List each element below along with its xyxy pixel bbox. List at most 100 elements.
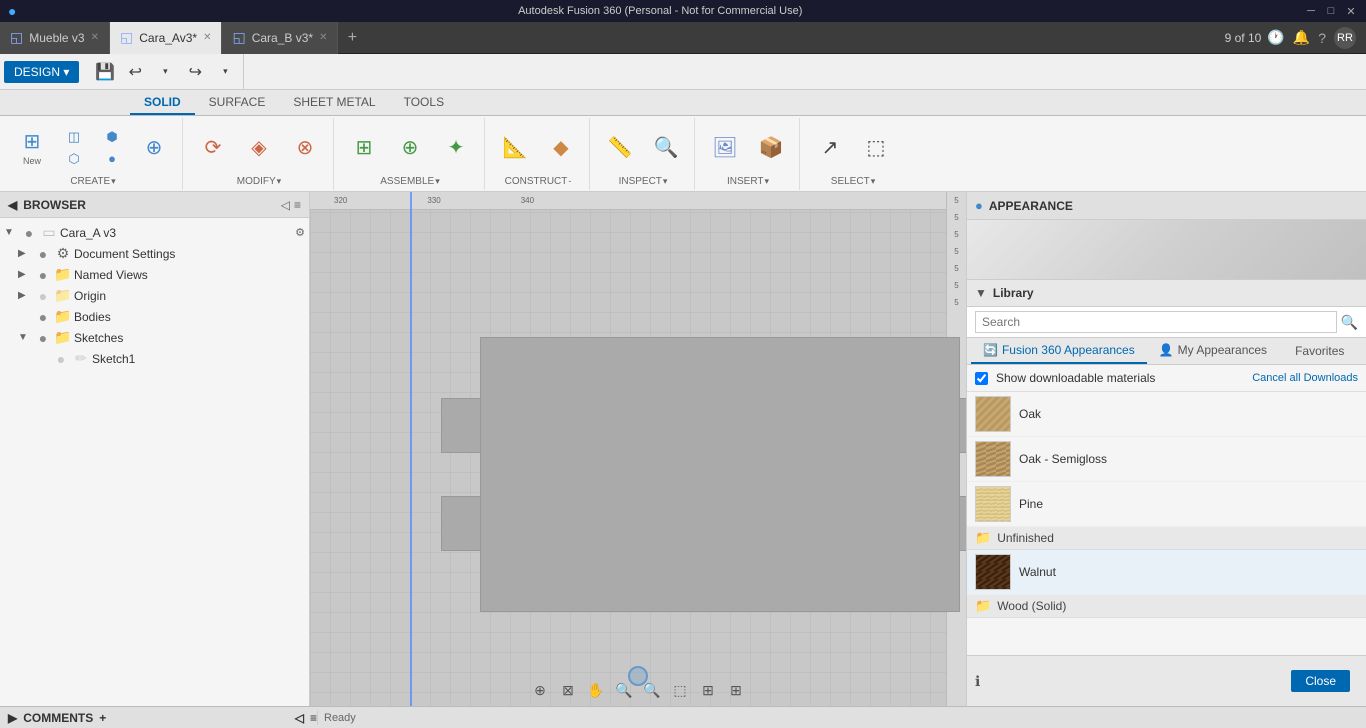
tree-item-sketch1[interactable]: ● ✏ Sketch1 [0,348,309,369]
canvas-btn-snap[interactable]: ⊕ [528,678,552,702]
close-button[interactable]: ✕ [1344,4,1358,18]
comments-add-btn[interactable]: + [99,711,106,725]
appearance-panel-header: ● APPEARANCE [967,192,1366,220]
tab-mueble[interactable]: ◱ Mueble v3 ✕ [0,22,110,54]
tab-fusion-appearances[interactable]: 🔄 Fusion 360 Appearances [971,338,1147,364]
material-item-walnut[interactable]: Walnut [967,550,1366,595]
ribbon-btn-extrude[interactable]: ◫ [56,127,92,147]
canvas-btn-zoom-in[interactable]: 🔍 [612,678,636,702]
bodies-vis[interactable]: ● [34,309,52,325]
mode-tab-tools[interactable]: TOOLS [390,91,458,115]
insert-group-label[interactable]: INSERT ▾ [727,176,769,187]
assemble-group-label[interactable]: ASSEMBLE ▾ [380,176,439,187]
tab-cara-bv3[interactable]: ◱ Cara_B v3* ✕ [222,22,338,54]
modify-group-label[interactable]: MODIFY ▾ [237,176,281,187]
material-item-oak-semi[interactable]: Oak - Semigloss [967,437,1366,482]
info-icon[interactable]: ℹ [975,673,980,690]
inspect-group-label[interactable]: INSPECT ▾ [619,176,668,187]
cancel-downloads-link[interactable]: Cancel all Downloads [1252,372,1358,384]
library-header[interactable]: ▼ Library [967,280,1366,307]
construct-group-label[interactable]: CONSTRUCT - [505,176,572,187]
canvas-area[interactable]: 320 330 340 5 5 5 5 5 5 5 ⊕ ⊠ ✋ 🔍 � [310,192,966,706]
tree-item-named-views[interactable]: ▶ ● 📁 Named Views [0,264,309,285]
redo-dropdown[interactable]: ▾ [211,58,239,86]
mode-tab-surface[interactable]: SURFACE [195,91,280,115]
clock-icon[interactable]: 🕐 [1267,29,1284,46]
create-group-label[interactable]: CREATE ▾ [70,176,115,187]
maximize-button[interactable]: □ [1324,4,1338,18]
material-item-pine[interactable]: Pine [967,482,1366,527]
root-visibility-icon[interactable]: ● [20,225,38,241]
design-dropdown-button[interactable]: DESIGN ▾ [4,61,79,83]
minimize-button[interactable]: ─ [1304,4,1318,18]
select-group-label[interactable]: SELECT ▾ [831,176,875,187]
tree-root-item[interactable]: ▼ ● ▭ Cara_A v3 ⚙ [0,222,309,243]
tab-cara-av3[interactable]: ◱ Cara_Av3* ✕ [110,22,222,54]
sketch1-vis[interactable]: ● [52,351,70,367]
user-avatar[interactable]: RR [1334,27,1356,49]
tree-item-origin[interactable]: ▶ ● 📁 Origin [0,285,309,306]
tree-item-doc-settings[interactable]: ▶ ● ⚙ Document Settings [0,243,309,264]
ribbon-btn-measure[interactable]: 📏 [598,122,642,174]
ribbon-btn-sweep[interactable]: ⬢ [94,127,130,147]
comments-pin-btn[interactable]: ◁ [295,711,304,725]
canvas-btn-zoom-fit[interactable]: 🔍 [640,678,664,702]
mode-tab-solid[interactable]: SOLID [130,91,195,115]
tab-my-appearances[interactable]: 👤 My Appearances [1147,338,1279,364]
ribbon-btn-more-create[interactable]: ⊕ [132,122,176,174]
ribbon-btn-window-select[interactable]: ⬚ [854,122,898,174]
ribbon-group-modify: ⟳ ◈ ⊗ MODIFY ▾ [185,118,334,190]
ribbon-btn-new-component[interactable]: ⊞ New [10,122,54,174]
browser-options-button[interactable]: ≡ [294,198,301,212]
search-input[interactable] [975,311,1337,333]
undo-dropdown[interactable]: ▾ [151,58,179,86]
section-unfinished[interactable]: 📁 Unfinished [967,527,1366,550]
mode-tab-sheet-metal[interactable]: SHEET METAL [279,91,389,115]
ribbon-btn-shell[interactable]: ⊗ [283,122,327,174]
undo-button[interactable]: ↩ [121,58,149,86]
ribbon-group-create: ⊞ New ◫ ⬡ ⬢ ● ⊕ CREATE ▾ [4,118,183,190]
ribbon-btn-offset-plane[interactable]: 📐 [493,122,537,174]
ribbon-btn-select[interactable]: ↗ [808,122,852,174]
tab-cara-av3-close[interactable]: ✕ [203,32,211,43]
canvas-btn-pan[interactable]: ✋ [584,678,608,702]
canvas-btn-display-mode[interactable]: ⬚ [668,678,692,702]
save-button[interactable]: 💾 [91,58,119,86]
comments-menu-btn[interactable]: ≡ [310,711,317,725]
origin-vis[interactable]: ● [34,288,52,304]
ribbon-btn-revolve[interactable]: ⬡ [56,149,92,169]
ribbon-btn-press-pull[interactable]: ⟳ [191,122,235,174]
tab-cara-bv3-close[interactable]: ✕ [319,32,327,43]
browser-nav-left[interactable]: ◀ [8,198,17,212]
ribbon-btn-section-analysis[interactable]: 🔍 [644,122,688,174]
search-icon[interactable]: 🔍 [1341,314,1358,331]
ribbon-btn-axis[interactable]: ◆ [539,122,583,174]
redo-button[interactable]: ↪ [181,58,209,86]
show-downloadable-checkbox[interactable] [975,372,988,385]
named-views-vis[interactable]: ● [34,267,52,283]
ribbon-btn-insert-mesh[interactable]: 🖼 [703,122,747,174]
close-appearance-button[interactable]: Close [1291,670,1350,692]
tab-favorites[interactable]: Favorites [1283,339,1356,363]
tree-item-sketches[interactable]: ▼ ● 📁 Sketches [0,327,309,348]
sketches-vis[interactable]: ● [34,330,52,346]
ribbon-btn-insert-svg[interactable]: 📦 [749,122,793,174]
root-settings-icon[interactable]: ⚙ [295,226,305,239]
ribbon-btn-joint-origin[interactable]: ⊕ [388,122,432,174]
comments-expand-btn[interactable]: ▶ [8,711,17,725]
browser-pin-button[interactable]: ◁ [281,198,290,212]
section-wood-solid[interactable]: 📁 Wood (Solid) [967,595,1366,618]
ribbon-btn-fillet[interactable]: ◈ [237,122,281,174]
canvas-btn-grid[interactable]: ⊞ [696,678,720,702]
canvas-btn-select-mode[interactable]: ⊠ [556,678,580,702]
help-icon[interactable]: ? [1318,30,1326,46]
add-tab-button[interactable]: + [338,24,366,52]
bell-icon[interactable]: 🔔 [1293,29,1310,46]
material-item-oak[interactable]: Oak [967,392,1366,437]
canvas-btn-more[interactable]: ⊞ [724,678,748,702]
ribbon-btn-loft[interactable]: ● [94,149,130,169]
ribbon-btn-motion-link[interactable]: ✦ [434,122,478,174]
tab-mueble-close[interactable]: ✕ [91,32,99,43]
tree-item-bodies[interactable]: ● 📁 Bodies [0,306,309,327]
ribbon-btn-new-joint[interactable]: ⊞ [342,122,386,174]
